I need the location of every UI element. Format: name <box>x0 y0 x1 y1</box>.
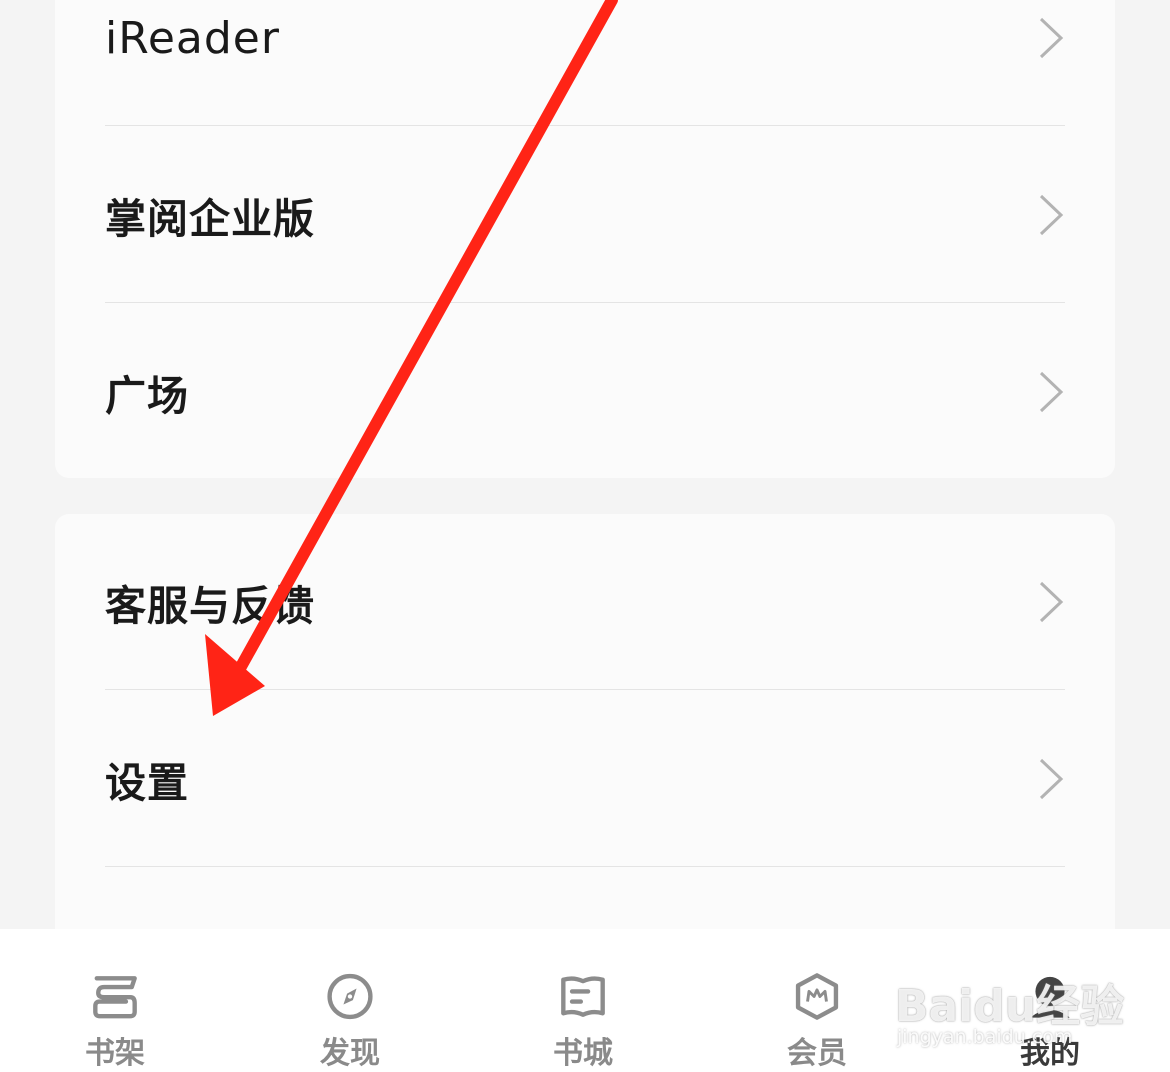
divider <box>105 689 1065 690</box>
menu-item-support-feedback[interactable]: 客服与反馈 <box>105 514 1065 690</box>
menu-item-label: 掌阅企业版 <box>105 195 315 243</box>
tab-discover[interactable]: 发现 <box>280 929 420 1072</box>
membership-icon <box>795 973 839 1020</box>
menu-item-label: 客服与反馈 <box>105 582 315 630</box>
tab-label: 书城 <box>553 1036 613 1071</box>
menu-item-enterprise[interactable]: 掌阅企业版 <box>105 127 1065 303</box>
divider <box>105 125 1065 126</box>
menu-card-primary: iReader 掌阅企业版 广场 <box>55 0 1115 478</box>
tab-bookshelf[interactable]: 书架 <box>45 929 185 1072</box>
tab-label: 会员 <box>787 1036 847 1071</box>
tab-profile[interactable]: 我的 <box>980 929 1120 1072</box>
menu-item-settings[interactable]: 设置 <box>105 691 1065 867</box>
chevron-right-icon <box>1039 17 1064 59</box>
bottom-tab-bar: 书架 发现 书城 会员 我的 <box>0 929 1170 1072</box>
profile-icon <box>1030 976 1070 1018</box>
tab-bookstore[interactable]: 书城 <box>513 929 653 1072</box>
menu-item-label: 广场 <box>105 372 189 420</box>
menu-item-square[interactable]: 广场 <box>105 304 1065 480</box>
chevron-right-icon <box>1039 194 1064 236</box>
tab-membership[interactable]: 会员 <box>747 929 887 1072</box>
menu-item-label: 设置 <box>105 759 189 807</box>
bookshelf-icon <box>93 976 137 1019</box>
chevron-right-icon <box>1039 758 1064 800</box>
tab-label: 发现 <box>320 1036 380 1071</box>
chevron-right-icon <box>1039 371 1064 413</box>
menu-item-ireader[interactable]: iReader <box>105 0 1065 126</box>
divider <box>105 302 1065 303</box>
divider <box>105 866 1065 867</box>
menu-card-secondary: 客服与反馈 设置 <box>55 514 1115 954</box>
chevron-right-icon <box>1039 581 1064 623</box>
tab-label: 书架 <box>85 1036 145 1071</box>
compass-icon <box>327 973 373 1020</box>
bookstore-icon <box>561 976 605 1017</box>
menu-item-label: iReader <box>105 12 280 64</box>
tab-label: 我的 <box>1020 1036 1080 1071</box>
